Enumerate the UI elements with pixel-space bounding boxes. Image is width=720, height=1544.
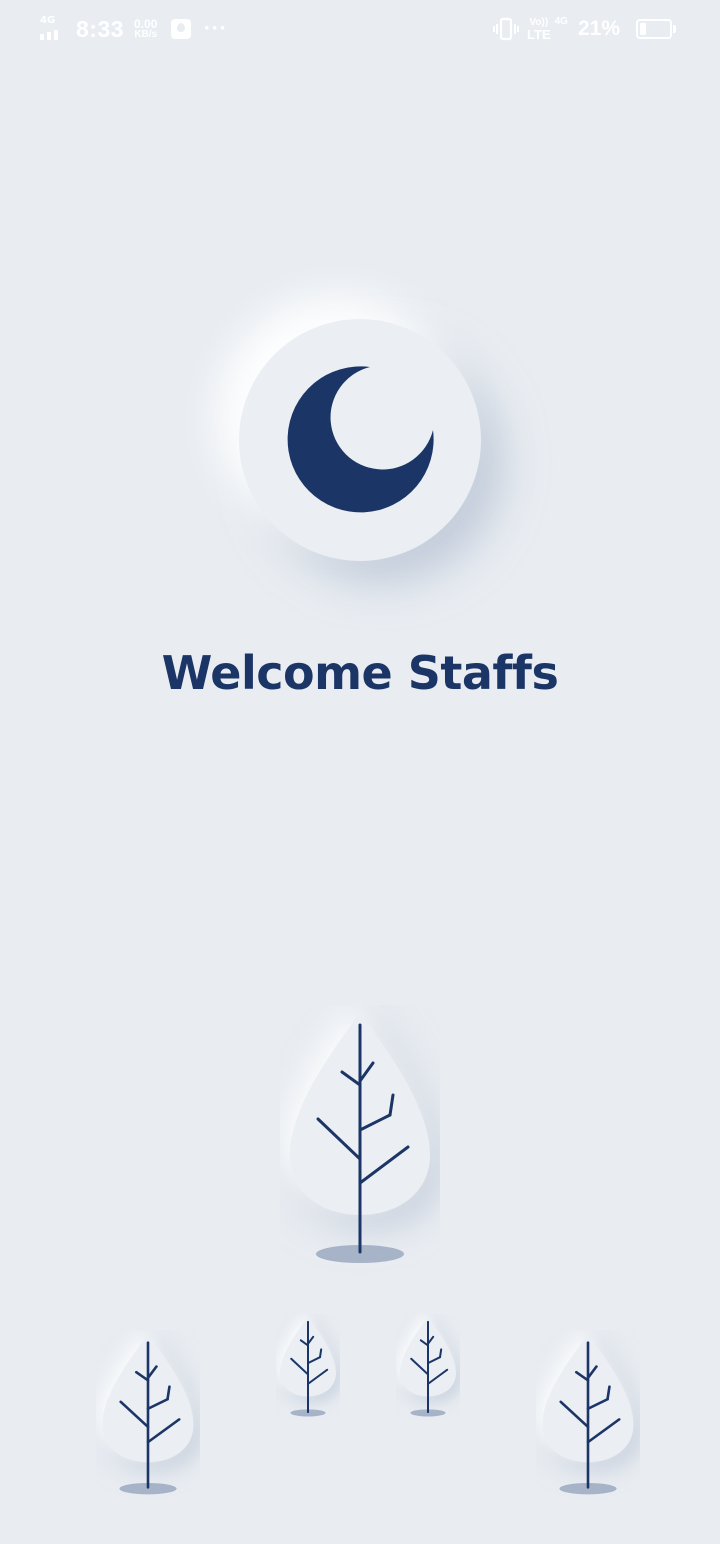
lte-label: LTE [527,27,551,42]
battery-icon [636,19,676,39]
welcome-title: Welcome Staffs [161,646,559,700]
tree-large-icon [290,1013,430,1263]
status-bar: 4G 8:33 0.00 KB/s ··· Vo)) LTE 4G 21% [0,0,720,58]
crescent-moon-icon [287,366,434,513]
tree-small-right-icon [542,1335,634,1495]
cellular-signal-icon: 4G [38,16,62,42]
data-speed: 0.00 KB/s [134,18,157,40]
tree-mini-left-icon [280,1317,336,1417]
app-logo [239,319,481,561]
battery-level [640,23,646,35]
lte-network-type: 4G [554,16,568,27]
network-type: 4G [40,15,56,26]
clock-time: 8:33 [76,15,125,42]
volte-indicator: Vo)) LTE [527,17,551,41]
messenger-icon [171,19,192,39]
tree-small-left-icon [102,1335,194,1495]
vibrate-icon [493,17,520,41]
more-notifications-icon: ··· [203,18,227,39]
tree-mini-right-icon [400,1317,456,1417]
data-speed-unit: KB/s [134,29,158,40]
battery-percent: 21% [577,17,620,40]
